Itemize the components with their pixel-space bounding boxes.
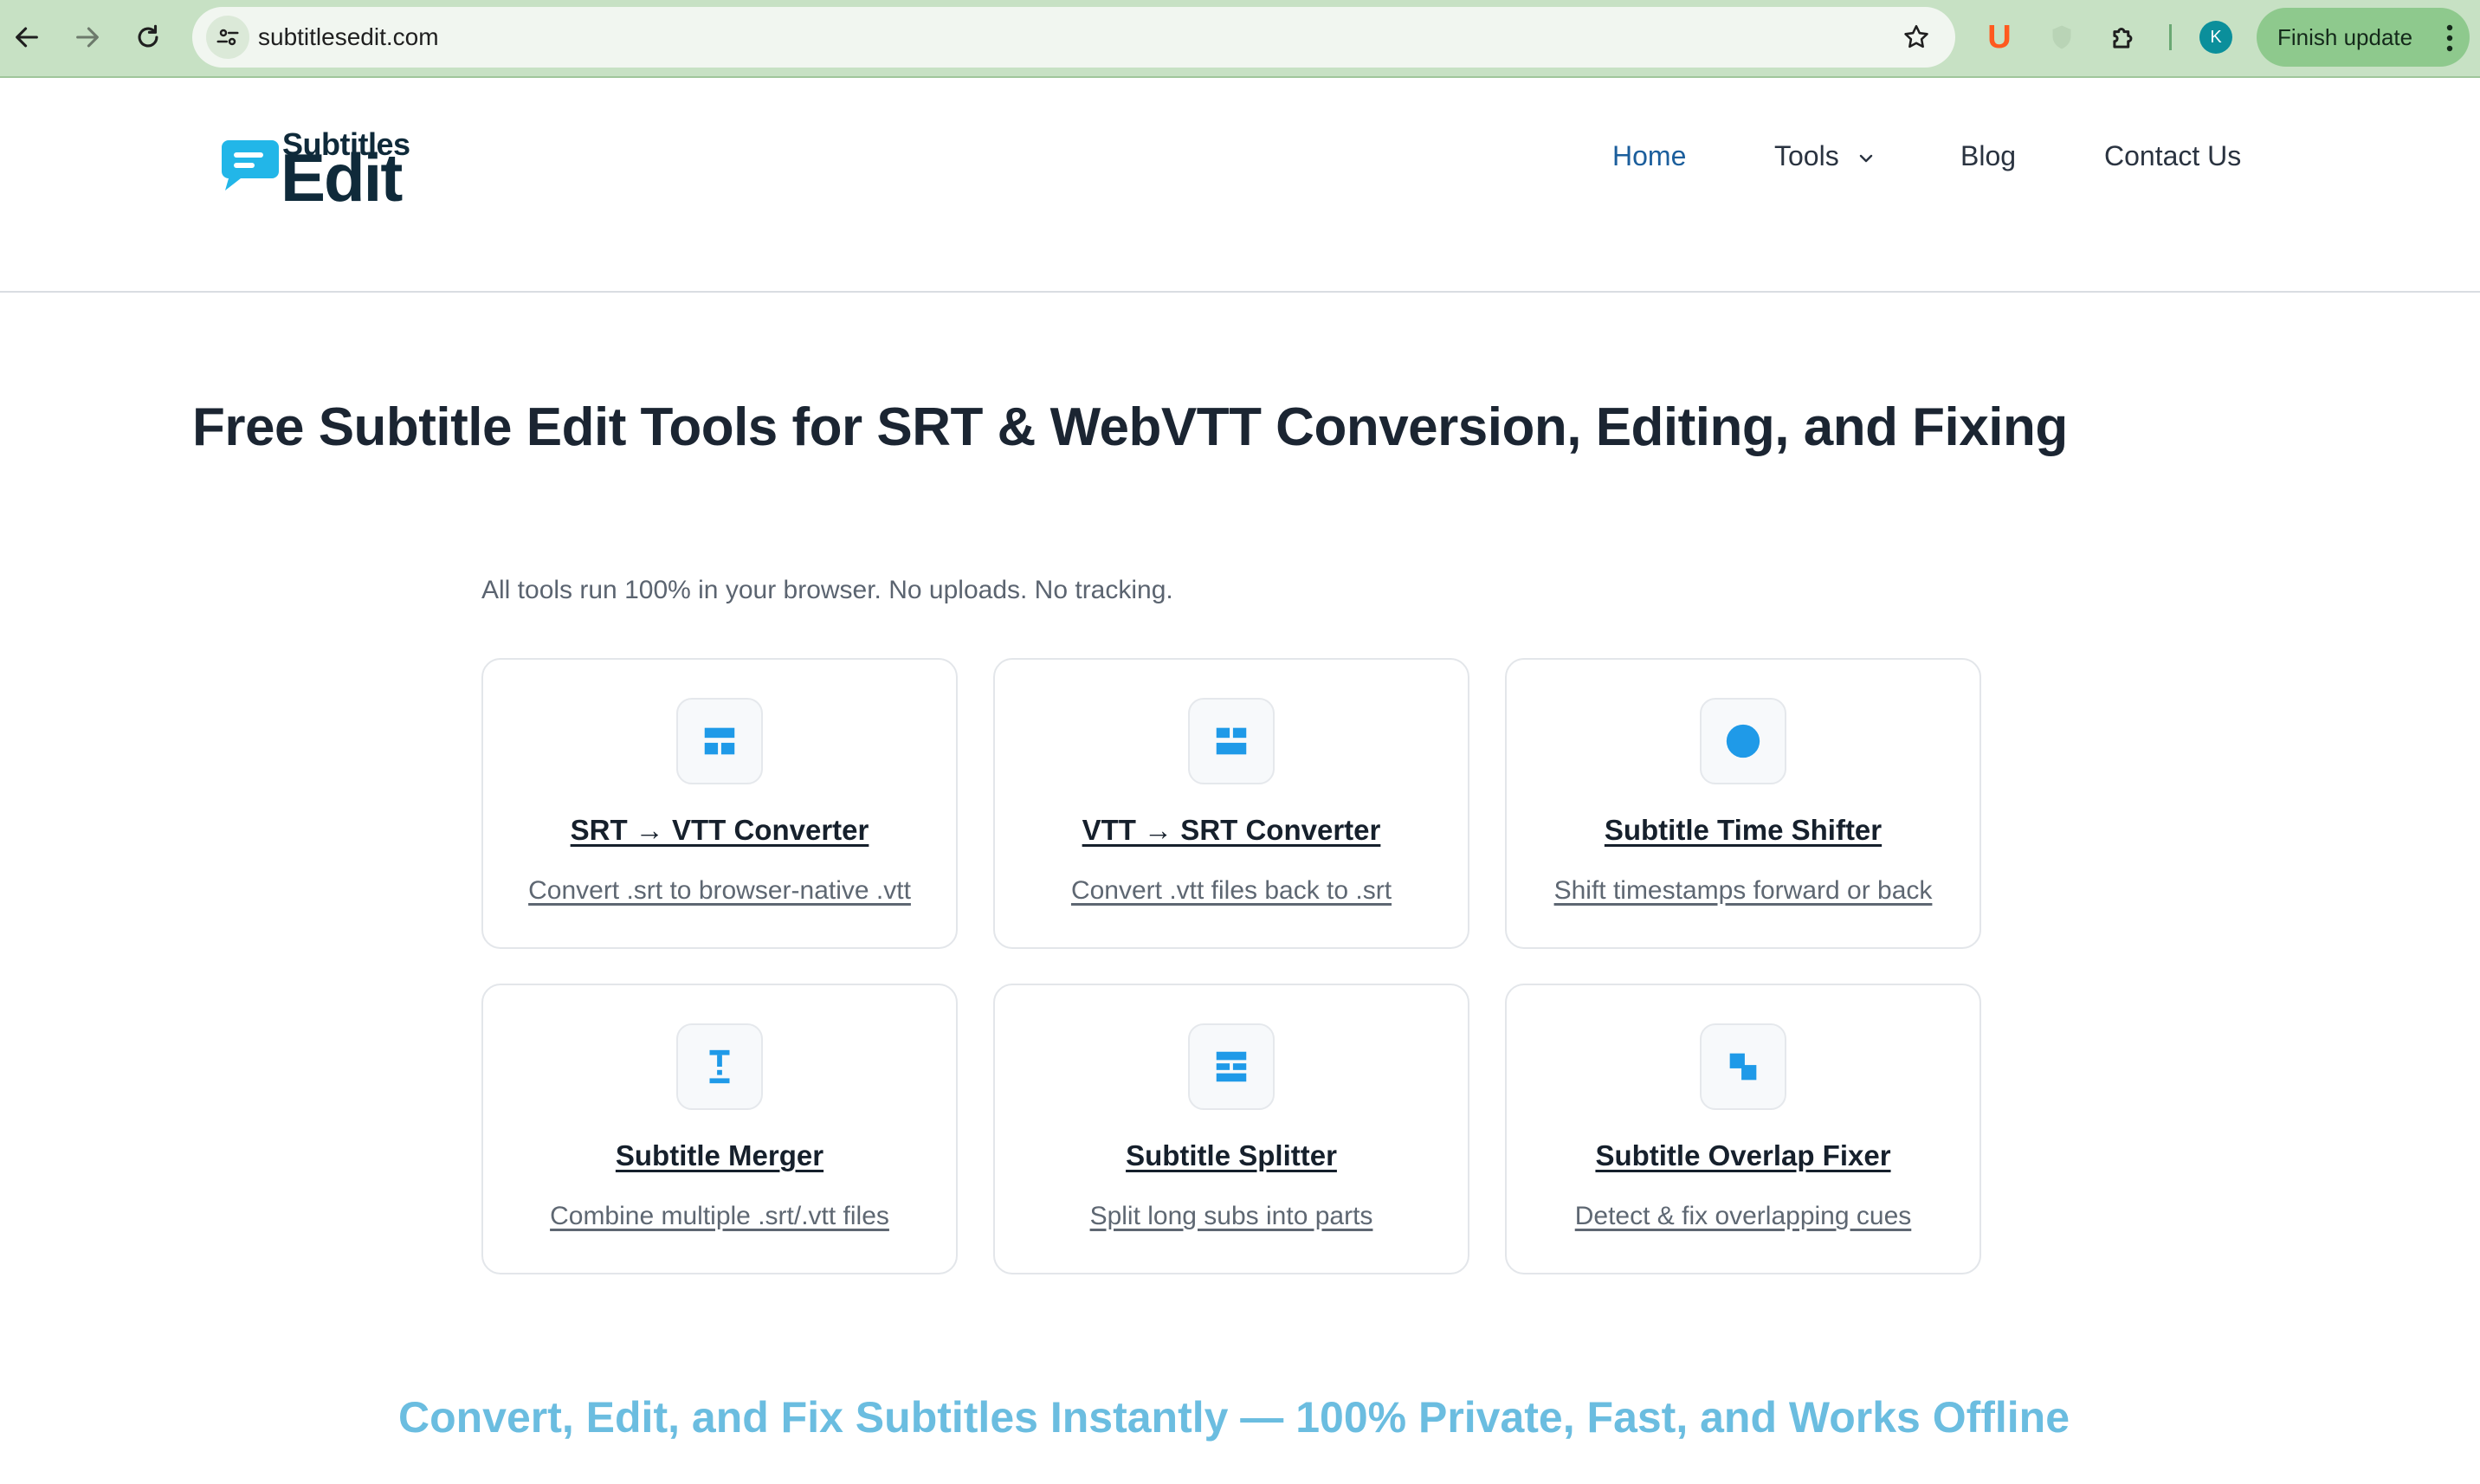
tool-card-title[interactable]: Subtitle Time Shifter [1507,814,1979,847]
tool-card-srt-to-vtt[interactable]: SRT → VTT Converter Convert .srt to brow… [481,658,958,949]
grid-blocks-icon [1188,698,1275,784]
nav-home[interactable]: Home [1612,140,1686,172]
reload-icon [138,24,158,48]
tool-card-title[interactable]: Subtitle Merger [483,1139,956,1172]
shield-icon [2052,25,2071,49]
toolbar-divider [2169,24,2172,50]
circle-icon [1700,698,1786,784]
finish-update-label: Finish update [2277,23,2413,50]
url-text[interactable]: subtitlesedit.com [258,23,439,51]
arrow-right-icon [76,27,99,48]
arrow-left-icon [16,27,38,48]
extension-u-icon: U [1987,18,2012,55]
table-layout-icon [676,698,763,784]
nav-blog[interactable]: Blog [1960,140,2016,172]
nav-tools-label: Tools [1774,140,1839,171]
tool-card-merger[interactable]: Subtitle Merger Combine multiple .srt/.v… [481,984,958,1274]
site-header: Subtitles Edit Home Tools Blog Contact U… [0,78,2480,293]
tool-card-desc[interactable]: Combine multiple .srt/.vtt files [483,1202,956,1231]
merge-icon [676,1023,763,1110]
tune-icon [216,29,239,46]
tool-card-title[interactable]: SRT → VTT Converter [483,814,956,847]
tool-card-title[interactable]: Subtitle Splitter [995,1139,1468,1172]
overlap-squares-icon [1700,1023,1786,1110]
logo-line2: Edit [281,139,403,216]
nav-contact[interactable]: Contact Us [2104,140,2241,172]
tool-card-desc[interactable]: Shift timestamps forward or back [1507,876,1979,906]
puzzle-icon [2113,28,2133,48]
nav-tools[interactable]: Tools [1774,140,1875,172]
bookmark-star-icon[interactable] [1902,23,1931,52]
chat-bubble-icon [222,140,279,190]
tool-card-desc[interactable]: Convert .srt to browser-native .vtt [483,876,956,906]
forward-button[interactable] [62,12,113,62]
extension-shield-button[interactable] [2042,17,2082,57]
tool-card-splitter[interactable]: Subtitle Splitter Split long subs into p… [993,984,1469,1274]
address-bar[interactable]: subtitlesedit.com [192,7,1955,68]
tool-card-title[interactable]: VTT → SRT Converter [995,814,1468,847]
tool-card-vtt-to-srt[interactable]: VTT → SRT Converter Convert .vtt files b… [993,658,1469,949]
tool-card-desc[interactable]: Split long subs into parts [995,1202,1468,1231]
tool-card-time-shifter[interactable]: Subtitle Time Shifter Shift timestamps f… [1505,658,1981,949]
tool-card-desc[interactable]: Convert .vtt files back to .srt [995,876,1468,906]
tagline-heading: Convert, Edit, and Fix Subtitles Instant… [397,1393,2070,1442]
finish-update-button[interactable]: Finish update [2257,8,2470,67]
tool-card-title[interactable]: Subtitle Overlap Fixer [1507,1139,1979,1172]
chevron-down-icon [1859,154,1872,162]
more-vert-icon [2446,24,2453,52]
tool-card-overlap-fixer[interactable]: Subtitle Overlap Fixer Detect & fix over… [1505,984,1981,1274]
page-title: Free Subtitle Edit Tools for SRT & WebVT… [192,397,2068,457]
page-subtitle: All tools run 100% in your browser. No u… [481,576,1173,604]
site-info-button[interactable] [206,16,249,59]
browser-toolbar: subtitlesedit.com U K Finish update [0,0,2480,78]
extensions-button[interactable] [2104,17,2144,57]
reload-button[interactable] [123,12,173,62]
split-rows-icon [1188,1023,1275,1110]
tool-card-desc[interactable]: Detect & fix overlapping cues [1507,1202,1979,1231]
back-button[interactable] [2,12,52,62]
extension-u-button[interactable]: U [1979,17,2019,57]
site-logo[interactable]: Subtitles Edit [220,126,428,213]
profile-avatar[interactable]: K [2199,21,2232,54]
